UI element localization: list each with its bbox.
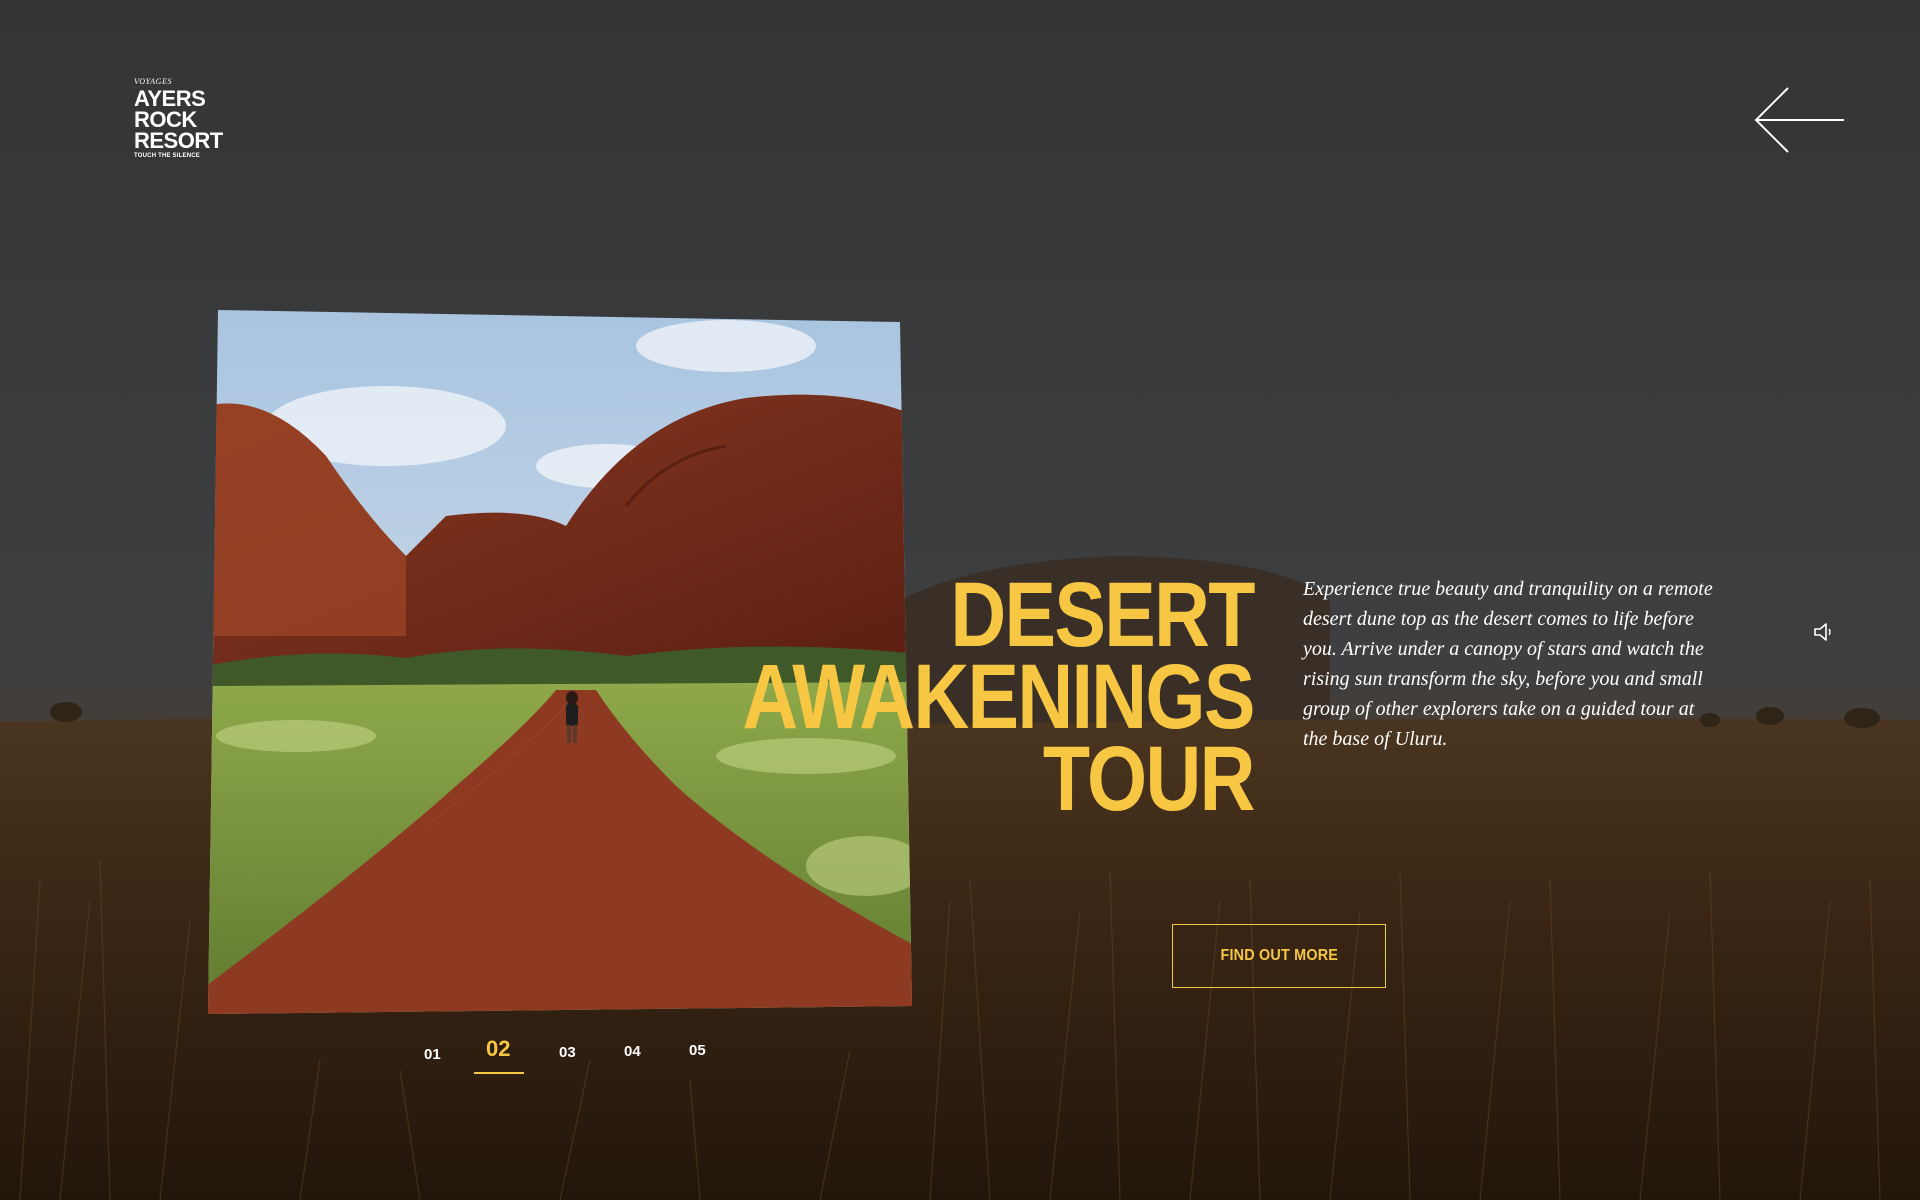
speaker-icon[interactable] (1813, 622, 1835, 642)
page-01[interactable]: 01 (424, 1046, 441, 1063)
tour-title: DESERT AWAKENINGS TOUR (742, 564, 1256, 830)
tour-description: Experience true beauty and tranquility o… (1303, 578, 1713, 750)
tour-title-line-2: AWAKENINGS (742, 646, 1256, 748)
brand-line-3: RESORT (134, 128, 223, 153)
page-03[interactable]: 03 (559, 1044, 576, 1061)
find-out-more-label: FIND OUT MORE (1220, 947, 1338, 964)
brand-pre: VOYAGES (134, 77, 173, 86)
page-05[interactable]: 05 (689, 1042, 706, 1059)
tour-title-line-3: TOUR (1043, 728, 1256, 830)
page-04[interactable]: 04 (624, 1043, 641, 1060)
brand-line-2: ROCK (134, 107, 197, 132)
find-out-more-button[interactable]: FIND OUT MORE (1172, 924, 1386, 988)
brand-logo[interactable]: VOYAGES AYERS ROCK RESORT TOUCH THE SILE… (134, 77, 223, 160)
tour-title-line-1: DESERT (950, 564, 1256, 666)
brand-line-1: AYERS (134, 86, 206, 111)
active-page-indicator (474, 1072, 524, 1074)
page-02[interactable]: 02 (486, 1036, 510, 1062)
slide-pagination: 01 02 03 04 05 (0, 1030, 1920, 1080)
brand-tagline: TOUCH THE SILENCE (134, 153, 200, 159)
arrow-left-icon[interactable] (1752, 86, 1848, 156)
